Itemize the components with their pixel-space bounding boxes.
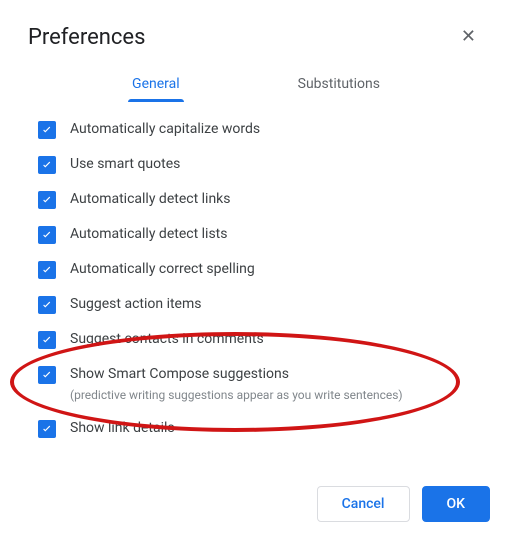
checkbox[interactable]	[38, 191, 56, 209]
checkbox[interactable]	[38, 420, 56, 438]
option-row: Automatically detect links	[38, 190, 474, 209]
option-label: Show Smart Compose suggestions	[70, 365, 403, 383]
checkbox[interactable]	[38, 296, 56, 314]
option-label-block: Suggest action items	[70, 295, 201, 313]
dialog-header: Preferences ✕	[0, 0, 512, 60]
ok-button[interactable]: OK	[422, 486, 491, 522]
checkbox[interactable]	[38, 226, 56, 244]
option-description: (predictive writing suggestions appear a…	[70, 387, 403, 403]
option-label-block: Use smart quotes	[70, 155, 180, 173]
close-icon[interactable]: ✕	[453, 24, 484, 50]
options-list: Automatically capitalize words Use smart …	[0, 102, 512, 464]
checkbox[interactable]	[38, 121, 56, 139]
option-row: Automatically capitalize words	[38, 120, 474, 139]
option-row: Show Smart Compose suggestions (predictiv…	[38, 365, 474, 403]
dialog-title: Preferences	[28, 25, 145, 50]
option-label: Automatically detect links	[70, 190, 231, 208]
tabs: General Substitutions	[0, 68, 512, 102]
option-label: Automatically detect lists	[70, 225, 227, 243]
option-label-block: Show link details	[70, 419, 175, 437]
preferences-dialog: Preferences ✕ General Substitutions Auto…	[0, 0, 512, 542]
option-label: Suggest action items	[70, 295, 201, 313]
option-label-block: Show Smart Compose suggestions (predictiv…	[70, 365, 403, 403]
option-label: Use smart quotes	[70, 155, 180, 173]
checkbox[interactable]	[38, 366, 56, 384]
option-row: Use smart quotes	[38, 155, 474, 174]
tab-general[interactable]: General	[128, 68, 184, 102]
cancel-button[interactable]: Cancel	[317, 486, 410, 522]
option-row: Suggest action items	[38, 295, 474, 314]
option-label: Automatically capitalize words	[70, 120, 260, 138]
option-row: Suggest contacts in comments	[38, 330, 474, 349]
option-label: Automatically correct spelling	[70, 260, 255, 278]
option-label-block: Automatically detect lists	[70, 225, 227, 243]
checkbox[interactable]	[38, 261, 56, 279]
option-label-block: Automatically correct spelling	[70, 260, 255, 278]
option-label: Show link details	[70, 419, 175, 437]
option-row: Automatically correct spelling	[38, 260, 474, 279]
option-label-block: Automatically detect links	[70, 190, 231, 208]
option-label-block: Suggest contacts in comments	[70, 330, 264, 348]
option-label-block: Automatically capitalize words	[70, 120, 260, 138]
tab-substitutions[interactable]: Substitutions	[294, 68, 384, 102]
dialog-footer: Cancel OK	[317, 486, 490, 522]
checkbox[interactable]	[38, 331, 56, 349]
checkbox[interactable]	[38, 156, 56, 174]
option-label: Suggest contacts in comments	[70, 330, 264, 348]
option-row: Show link details	[38, 419, 474, 438]
option-row: Automatically detect lists	[38, 225, 474, 244]
